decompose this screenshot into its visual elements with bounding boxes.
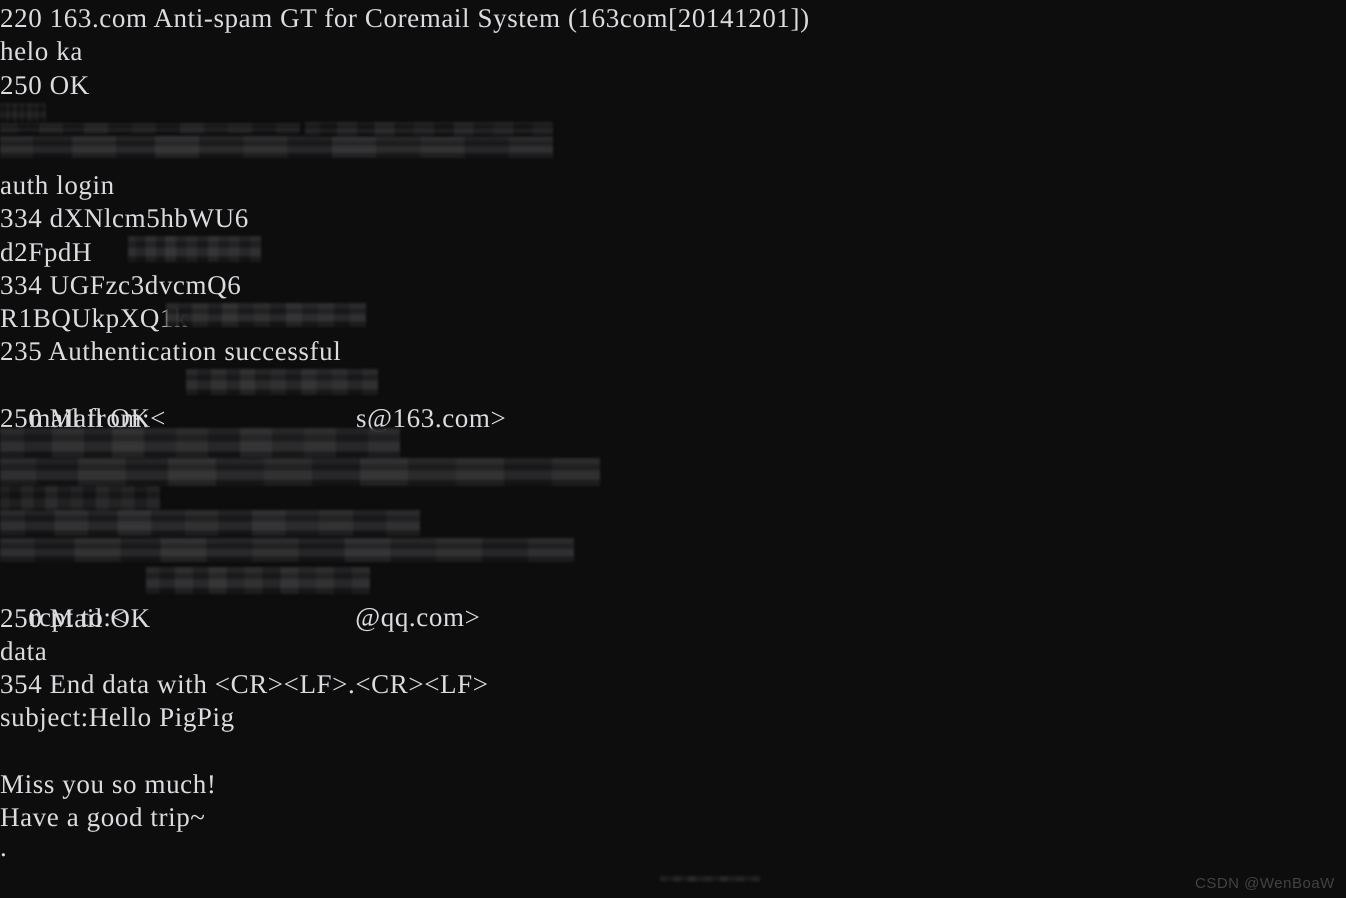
redaction-block-helo-2: [0, 123, 300, 134]
smtp-line-auth-success: 235 Authentication successful: [0, 336, 342, 366]
smtp-line-mail-ok-1: 250 Mail OK: [0, 403, 151, 433]
redaction-block-body-2: [0, 458, 600, 486]
smtp-line-mail-ok-2: 250 Mail OK: [0, 603, 151, 633]
rcpt-to-tail: @qq.com>: [355, 602, 481, 633]
smtp-line-mail-from: mail from:< s@163.com>: [0, 369, 506, 433]
smtp-line-rcpt-to: rcpt to:< @qq.com>: [0, 568, 480, 632]
terminal-screen[interactable]: 220 163.com Anti-spam GT for Coremail Sy…: [0, 0, 1346, 898]
redaction-block-body-5: [0, 538, 574, 562]
smtp-line-subject: subject:Hello PigPig: [0, 702, 235, 732]
redaction-block-user: [128, 236, 261, 262]
smtp-line-helo-command: helo ka: [0, 36, 83, 66]
smtp-line-data-response: 354 End data with <CR><LF>.<CR><LF>: [0, 669, 489, 699]
smtp-line-auth-login: auth login: [0, 170, 115, 200]
smtp-line-queued-response: 250 Mail OK queued as gzga-smtp-mta-g2-4…: [0, 862, 1171, 898]
smtp-line-challenge-username: 334 dXNlcm5hbWU6: [0, 203, 249, 233]
smtp-line-body-1: Miss you so much!: [0, 769, 217, 799]
smtp-line-data-command: data: [0, 636, 48, 666]
smtp-line-helo-response: 250 OK: [0, 70, 90, 100]
redaction-block-helo-3: [0, 136, 553, 158]
redaction-block-body-3: [0, 486, 160, 514]
smtp-line-reply-password: R1BQUkpXQ1k: [0, 303, 189, 333]
redaction-block-helo-4: [305, 122, 553, 136]
redaction-block-helo-1: [0, 103, 46, 122]
smtp-line-challenge-password: 334 UGFzc3dvcmQ6: [0, 270, 242, 300]
redaction-block-pass: [166, 303, 366, 327]
mail-from-tail: s@163.com>: [355, 403, 507, 434]
smtp-line-end-of-data-dot: .: [0, 832, 8, 862]
smtp-line-reply-username: d2FpdH: [0, 237, 93, 267]
redaction-block-body-4: [0, 510, 420, 536]
smtp-line-body-2: Have a good trip~: [0, 802, 206, 832]
csdn-watermark: CSDN @WenBoaW: [1195, 875, 1335, 892]
smtp-line-greeting: 220 163.com Anti-spam GT for Coremail Sy…: [0, 3, 810, 33]
